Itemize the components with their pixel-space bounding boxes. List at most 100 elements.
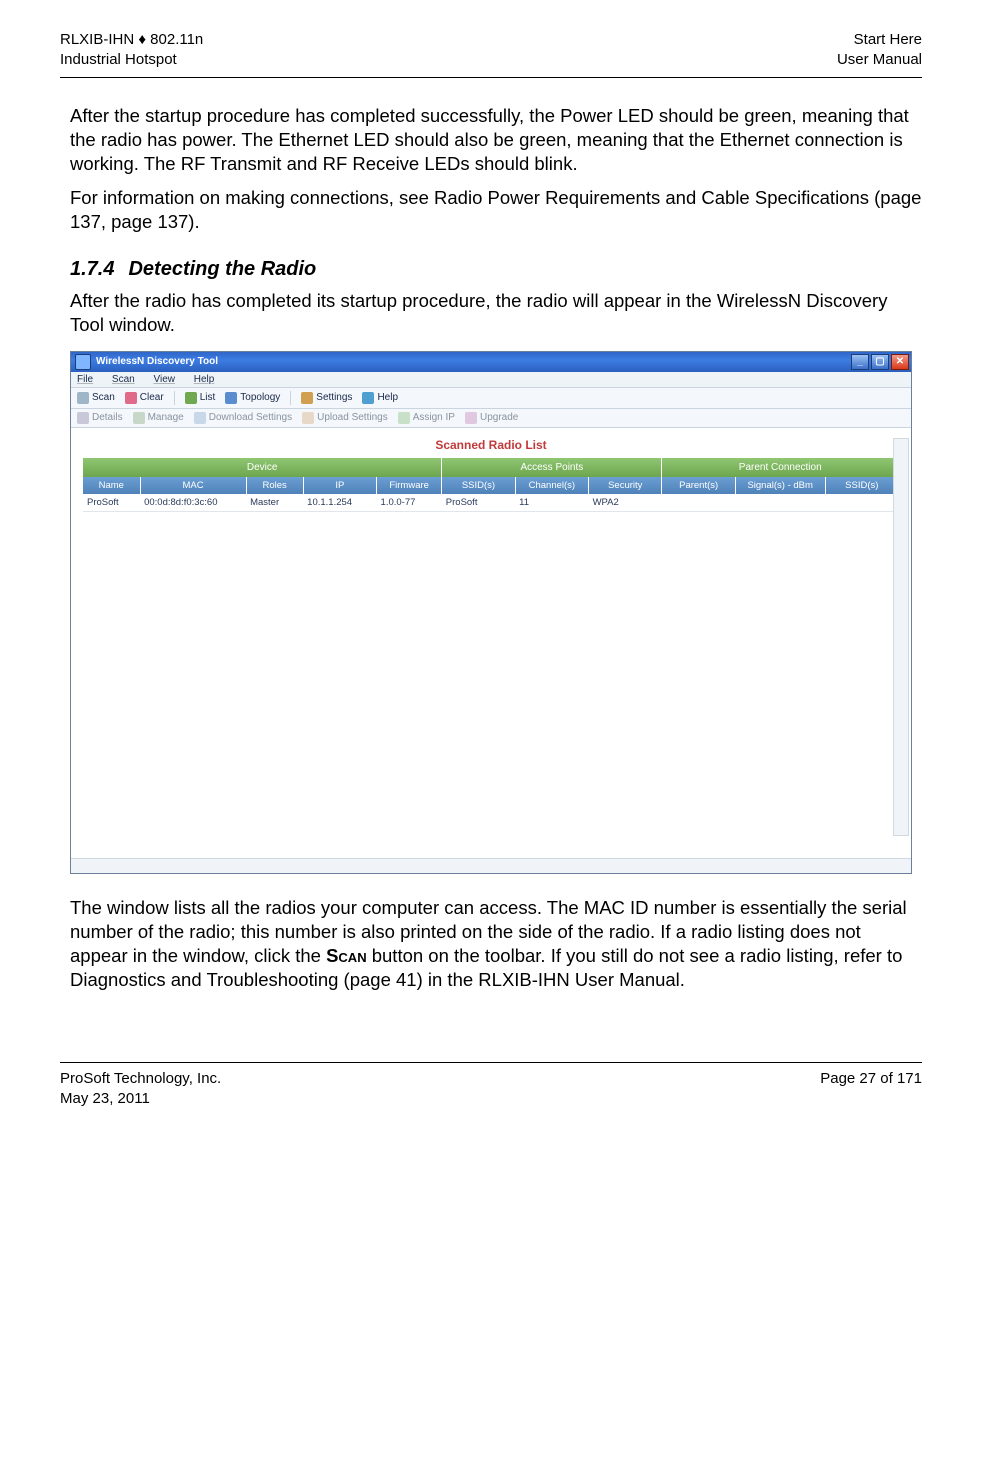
separator [290, 391, 291, 405]
clear-button[interactable]: Clear [125, 392, 164, 404]
minimize-button[interactable]: _ [851, 354, 869, 370]
manage-button[interactable]: Manage [133, 412, 184, 424]
magnifier-icon [77, 392, 89, 404]
vertical-scrollbar[interactable] [893, 438, 909, 836]
close-button[interactable]: ✕ [891, 354, 909, 370]
settings-label: Settings [316, 392, 352, 403]
section-heading: 1.7.4 Detecting the Radio [70, 258, 922, 281]
paragraph-4: The window lists all the radios your com… [60, 896, 922, 992]
scan-button[interactable]: Scan [77, 392, 115, 404]
details-button[interactable]: Details [77, 412, 123, 424]
titlebar: WirelessN Discovery Tool _ ▢ ✕ [71, 352, 911, 372]
upgrade-label: Upgrade [480, 412, 518, 423]
horizontal-scrollbar[interactable] [71, 858, 911, 873]
manage-label: Manage [148, 412, 184, 423]
upload-label: Upload Settings [317, 412, 388, 423]
paragraph-2: For information on making connections, s… [60, 186, 922, 234]
download-settings-button[interactable]: Download Settings [194, 412, 292, 424]
cell-parent [662, 494, 735, 512]
cell-firmware: 1.0.0-77 [377, 494, 442, 512]
menu-file[interactable]: File [77, 374, 93, 385]
cell-ssid2 [825, 494, 898, 512]
cell-security: WPA2 [589, 494, 662, 512]
app-icon [75, 354, 91, 370]
upload-icon [302, 412, 314, 424]
clear-label: Clear [140, 392, 164, 403]
col-name[interactable]: Name [83, 477, 140, 494]
cell-signal [735, 494, 825, 512]
window-title: WirelessN Discovery Tool [96, 356, 218, 367]
list-button[interactable]: List [185, 392, 216, 404]
col-ip[interactable]: IP [303, 477, 376, 494]
col-channel[interactable]: Channel(s) [515, 477, 588, 494]
paragraph-1: After the startup procedure has complete… [60, 104, 922, 176]
assign-ip-icon [398, 412, 410, 424]
assign-ip-button[interactable]: Assign IP [398, 412, 455, 424]
col-mac[interactable]: MAC [140, 477, 246, 494]
cell-name: ProSoft [83, 494, 140, 512]
header-rule [60, 77, 922, 78]
cell-ssid: ProSoft [442, 494, 515, 512]
menubar: File Scan View Help [71, 372, 911, 388]
upload-settings-button[interactable]: Upload Settings [302, 412, 388, 424]
header-right-1: Start Here [837, 30, 922, 50]
footer-date: May 23, 2011 [60, 1089, 221, 1109]
cell-ip: 10.1.1.254 [303, 494, 376, 512]
page-header: RLXIB-IHN ♦ 802.11n Industrial Hotspot S… [60, 30, 922, 71]
footer-page-number: Page 27 of 171 [820, 1069, 922, 1089]
discovery-tool-window: WirelessN Discovery Tool _ ▢ ✕ File Scan… [70, 351, 912, 874]
upgrade-button[interactable]: Upgrade [465, 412, 518, 424]
toolbar-secondary: Details Manage Download Settings Upload … [71, 409, 911, 428]
col-roles[interactable]: Roles [246, 477, 303, 494]
col-firmware[interactable]: Firmware [377, 477, 442, 494]
footer-company: ProSoft Technology, Inc. [60, 1069, 221, 1089]
cell-channel: 11 [515, 494, 588, 512]
page-footer: ProSoft Technology, Inc. May 23, 2011 Pa… [60, 1062, 922, 1110]
column-header-row: Name MAC Roles IP Firmware SSID(s) Chann… [83, 477, 899, 494]
header-left-1: RLXIB-IHN ♦ 802.11n [60, 30, 203, 50]
topology-button[interactable]: Topology [225, 392, 280, 404]
assign-ip-label: Assign IP [413, 412, 455, 423]
details-icon [77, 412, 89, 424]
header-left-2: Industrial Hotspot [60, 50, 203, 70]
table-row[interactable]: ProSoft 00:0d:8d:f0:3c:60 Master 10.1.1.… [83, 494, 899, 512]
details-label: Details [92, 412, 123, 423]
eraser-icon [125, 392, 137, 404]
group-header-row: Device Access Points Parent Connection [83, 458, 899, 477]
help-label: Help [377, 392, 398, 403]
group-device: Device [83, 458, 442, 477]
section-number: 1.7.4 [70, 258, 114, 280]
maximize-button[interactable]: ▢ [871, 354, 889, 370]
paragraph-3: After the radio has completed its startu… [60, 289, 922, 337]
col-parent[interactable]: Parent(s) [662, 477, 735, 494]
group-access-points: Access Points [442, 458, 662, 477]
col-ssid[interactable]: SSID(s) [442, 477, 515, 494]
separator [174, 391, 175, 405]
upgrade-icon [465, 412, 477, 424]
menu-help[interactable]: Help [194, 374, 215, 385]
scan-label: Scan [92, 392, 115, 403]
content-title: Scanned Radio List [83, 438, 899, 452]
list-label: List [200, 392, 216, 403]
settings-button[interactable]: Settings [301, 392, 352, 404]
download-label: Download Settings [209, 412, 292, 423]
col-signal[interactable]: Signal(s) - dBm [735, 477, 825, 494]
section-title: Detecting the Radio [128, 258, 316, 280]
menu-scan[interactable]: Scan [112, 374, 135, 385]
download-icon [194, 412, 206, 424]
col-ssid2[interactable]: SSID(s) [825, 477, 898, 494]
group-parent-connection: Parent Connection [662, 458, 899, 477]
content-area: Scanned Radio List Device Access Points … [71, 428, 911, 858]
cell-roles: Master [246, 494, 303, 512]
wrench-icon [301, 392, 313, 404]
toolbar-primary: Scan Clear List Topology Settings Help [71, 388, 911, 409]
manage-icon [133, 412, 145, 424]
help-button[interactable]: Help [362, 392, 398, 404]
col-security[interactable]: Security [589, 477, 662, 494]
help-icon [362, 392, 374, 404]
topology-label: Topology [240, 392, 280, 403]
p4-scan-word: Scan [326, 945, 367, 966]
menu-view[interactable]: View [153, 374, 175, 385]
radio-table: Device Access Points Parent Connection N… [83, 458, 899, 512]
list-icon [185, 392, 197, 404]
